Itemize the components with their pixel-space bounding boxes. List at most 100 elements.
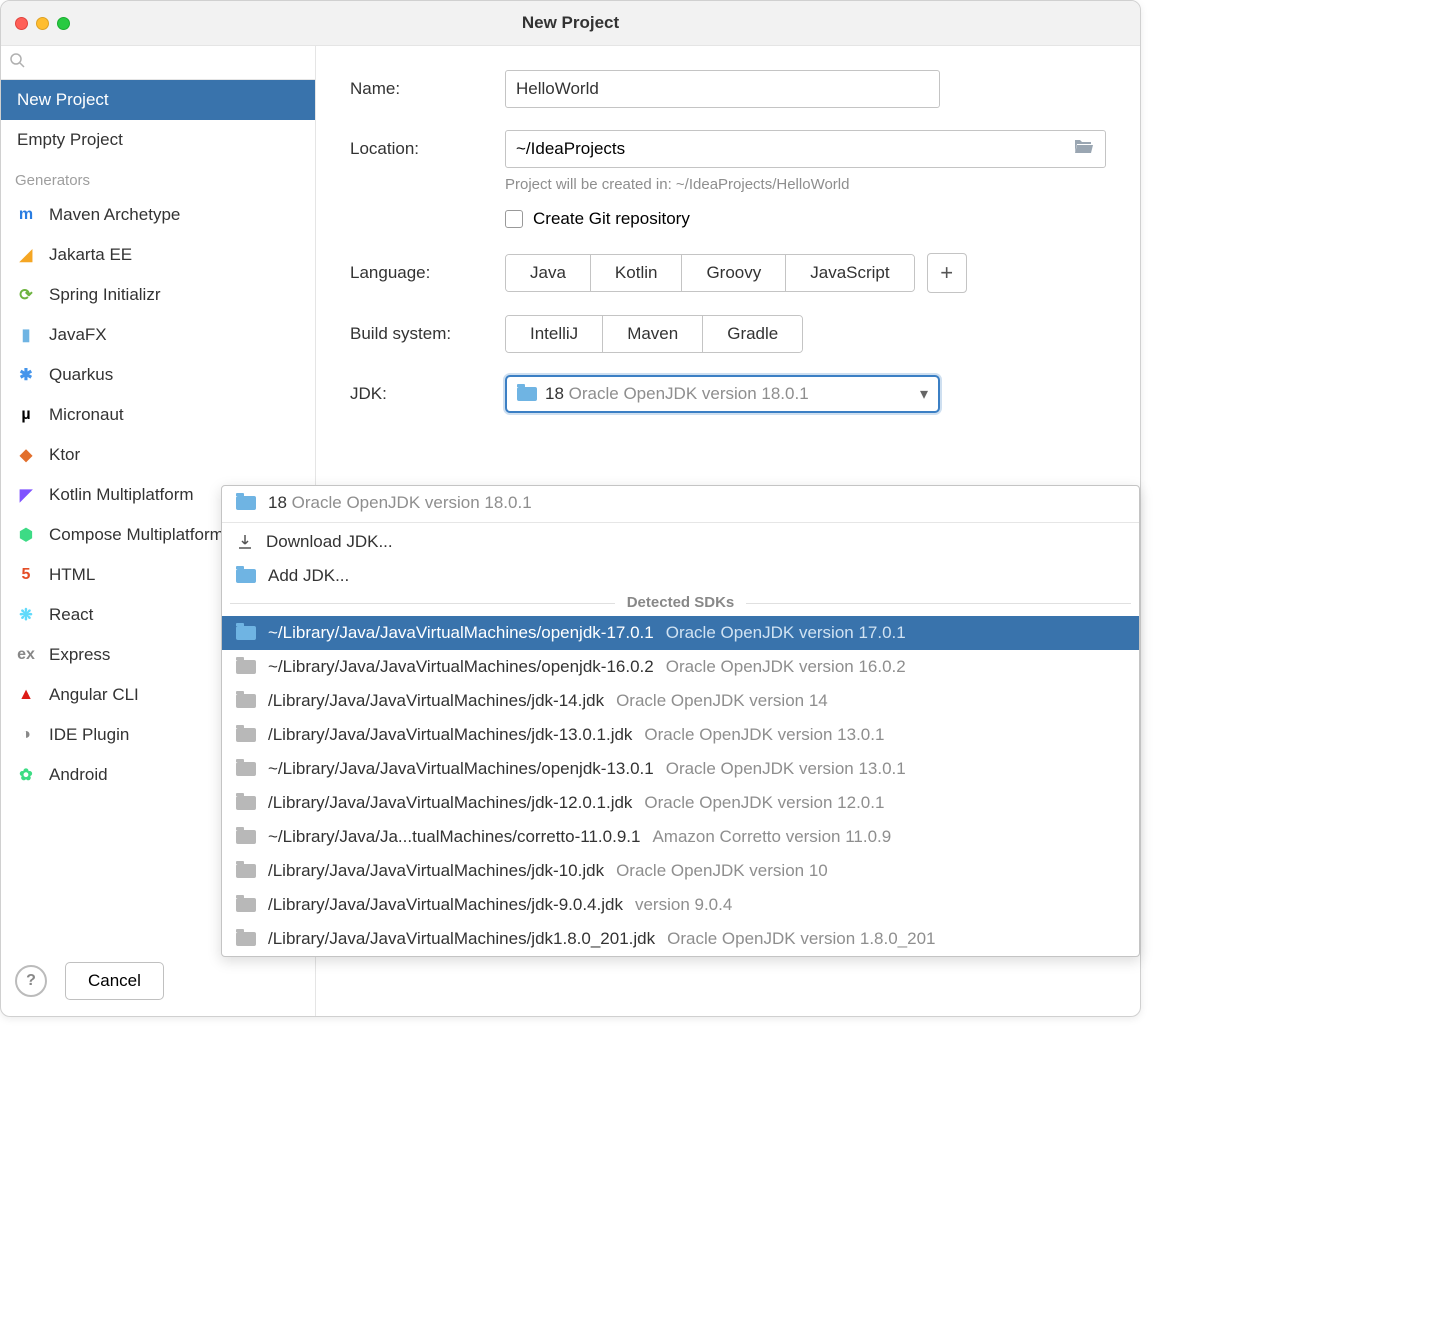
sdk-path: ~/Library/Java/JavaVirtualMachines/openj… [268, 623, 654, 643]
jdk-option-current[interactable]: 18 Oracle OpenJDK version 18.0.1 [222, 486, 1139, 520]
generator-label: Android [49, 765, 108, 785]
sdk-option-4[interactable]: ~/Library/Java/JavaVirtualMachines/openj… [222, 752, 1139, 786]
generator-icon: 5 [15, 564, 37, 586]
folder-icon [236, 626, 256, 640]
detected-sdks-header: Detected SDKs [615, 594, 747, 611]
build-option-intellij[interactable]: IntelliJ [506, 316, 603, 352]
generator-item-micronaut[interactable]: µMicronaut [1, 395, 315, 435]
location-input[interactable] [516, 139, 1073, 159]
add-language-button[interactable]: + [927, 253, 967, 293]
add-jdk-label: Add JDK... [268, 566, 349, 586]
generator-icon: ex [15, 644, 37, 666]
sdk-option-5[interactable]: /Library/Java/JavaVirtualMachines/jdk-12… [222, 786, 1139, 820]
help-button[interactable]: ? [15, 965, 47, 997]
sdk-desc: Oracle OpenJDK version 13.0.1 [666, 759, 906, 779]
sdk-option-3[interactable]: /Library/Java/JavaVirtualMachines/jdk-13… [222, 718, 1139, 752]
sdk-option-8[interactable]: /Library/Java/JavaVirtualMachines/jdk-9.… [222, 888, 1139, 922]
folder-icon [236, 762, 256, 776]
sdk-desc: Oracle OpenJDK version 16.0.2 [666, 657, 906, 677]
titlebar: New Project [1, 1, 1140, 46]
sdk-option-9[interactable]: /Library/Java/JavaVirtualMachines/jdk1.8… [222, 922, 1139, 956]
jdk-label: JDK: [350, 384, 505, 404]
sdk-path: ~/Library/Java/JavaVirtualMachines/openj… [268, 657, 654, 677]
generator-label: Spring Initializr [49, 285, 161, 305]
generator-item-spring-initializr[interactable]: ⟳ Spring Initializr [1, 275, 315, 315]
window-title: New Project [1, 13, 1140, 33]
add-jdk-option[interactable]: Add JDK... [222, 559, 1139, 593]
generator-label: React [49, 605, 93, 625]
generator-item-quarkus[interactable]: ✱Quarkus [1, 355, 315, 395]
sdk-desc: Amazon Corretto version 11.0.9 [652, 827, 891, 847]
jdk-desc: Oracle OpenJDK version 18.0.1 [292, 493, 532, 512]
sdk-option-1[interactable]: ~/Library/Java/JavaVirtualMachines/openj… [222, 650, 1139, 684]
sdk-option-6[interactable]: ~/Library/Java/Ja...tualMachines/corrett… [222, 820, 1139, 854]
sdk-desc: Oracle OpenJDK version 12.0.1 [644, 793, 884, 813]
folder-icon [236, 830, 256, 844]
generator-icon: ◤ [15, 484, 37, 506]
generator-item-jakarta-ee[interactable]: ◢Jakarta EE [1, 235, 315, 275]
search-field[interactable] [1, 46, 315, 80]
generator-icon: ⬢ [15, 524, 37, 546]
sdk-desc: Oracle OpenJDK version 13.0.1 [644, 725, 884, 745]
name-input[interactable] [505, 70, 940, 108]
sidebar-item-new-project[interactable]: New Project [1, 80, 315, 120]
folder-icon [236, 898, 256, 912]
chevron-down-icon: ▾ [920, 384, 928, 404]
jdk-dropdown[interactable]: 18 Oracle OpenJDK version 18.0.1 ▾ [505, 375, 940, 413]
sidebar-item-empty-project[interactable]: Empty Project [1, 120, 315, 160]
folder-icon [236, 496, 256, 510]
folder-icon [236, 796, 256, 810]
sdk-path: ~/Library/Java/Ja...tualMachines/corrett… [268, 827, 640, 847]
jdk-version-desc: Oracle OpenJDK version 18.0.1 [569, 384, 809, 403]
git-checkbox[interactable] [505, 210, 523, 228]
folder-icon [236, 864, 256, 878]
sdk-option-7[interactable]: /Library/Java/JavaVirtualMachines/jdk-10… [222, 854, 1139, 888]
sdk-path: /Library/Java/JavaVirtualMachines/jdk-12… [268, 793, 632, 813]
sdk-path: /Library/Java/JavaVirtualMachines/jdk-13… [268, 725, 632, 745]
sdk-path: ~/Library/Java/JavaVirtualMachines/openj… [268, 759, 654, 779]
name-label: Name: [350, 79, 505, 99]
jdk-num: 18 [268, 493, 287, 512]
location-label: Location: [350, 139, 505, 159]
folder-icon [236, 569, 256, 583]
sdk-path: /Library/Java/JavaVirtualMachines/jdk1.8… [268, 929, 655, 949]
generator-item-maven-archetype[interactable]: mMaven Archetype [1, 195, 315, 235]
sdk-path: /Library/Java/JavaVirtualMachines/jdk-14… [268, 691, 604, 711]
sdk-desc: Oracle OpenJDK version 17.0.1 [666, 623, 906, 643]
language-option-java[interactable]: Java [506, 255, 591, 291]
download-icon [236, 533, 254, 551]
cancel-button[interactable]: Cancel [65, 962, 164, 1000]
build-option-gradle[interactable]: Gradle [703, 316, 802, 352]
download-jdk-option[interactable]: Download JDK... [222, 525, 1139, 559]
language-label: Language: [350, 263, 505, 283]
language-option-kotlin[interactable]: Kotlin [591, 255, 683, 291]
generator-icon: ✱ [15, 364, 37, 386]
generator-item-ktor[interactable]: ◆Ktor [1, 435, 315, 475]
generator-icon: µ [15, 404, 37, 426]
jdk-version-num: 18 [545, 384, 564, 403]
generator-label: Jakarta EE [49, 245, 132, 265]
generator-label: Express [49, 645, 110, 665]
sdk-path: /Library/Java/JavaVirtualMachines/jdk-9.… [268, 895, 623, 915]
folder-icon [236, 932, 256, 946]
generator-label: Angular CLI [49, 685, 139, 705]
folder-icon [236, 728, 256, 742]
sdk-option-2[interactable]: /Library/Java/JavaVirtualMachines/jdk-14… [222, 684, 1139, 718]
generator-label: HTML [49, 565, 95, 585]
generator-icon: ❋ [15, 604, 37, 626]
folder-icon [517, 387, 537, 401]
download-jdk-label: Download JDK... [266, 532, 393, 552]
generator-icon: ⟳ [15, 284, 37, 306]
generator-icon: ▮ [15, 324, 37, 346]
language-segmented: JavaKotlinGroovyJavaScript [505, 254, 915, 292]
folder-open-icon[interactable] [1073, 137, 1095, 161]
generator-label: IDE Plugin [49, 725, 129, 745]
language-option-groovy[interactable]: Groovy [682, 255, 786, 291]
location-input-wrap [505, 130, 1106, 168]
build-option-maven[interactable]: Maven [603, 316, 703, 352]
jdk-dropdown-menu: 18 Oracle OpenJDK version 18.0.1 Downloa… [221, 485, 1140, 957]
generator-item-javafx[interactable]: ▮JavaFX [1, 315, 315, 355]
sdk-desc: Oracle OpenJDK version 10 [616, 861, 828, 881]
language-option-javascript[interactable]: JavaScript [786, 255, 913, 291]
sdk-option-0[interactable]: ~/Library/Java/JavaVirtualMachines/openj… [222, 616, 1139, 650]
